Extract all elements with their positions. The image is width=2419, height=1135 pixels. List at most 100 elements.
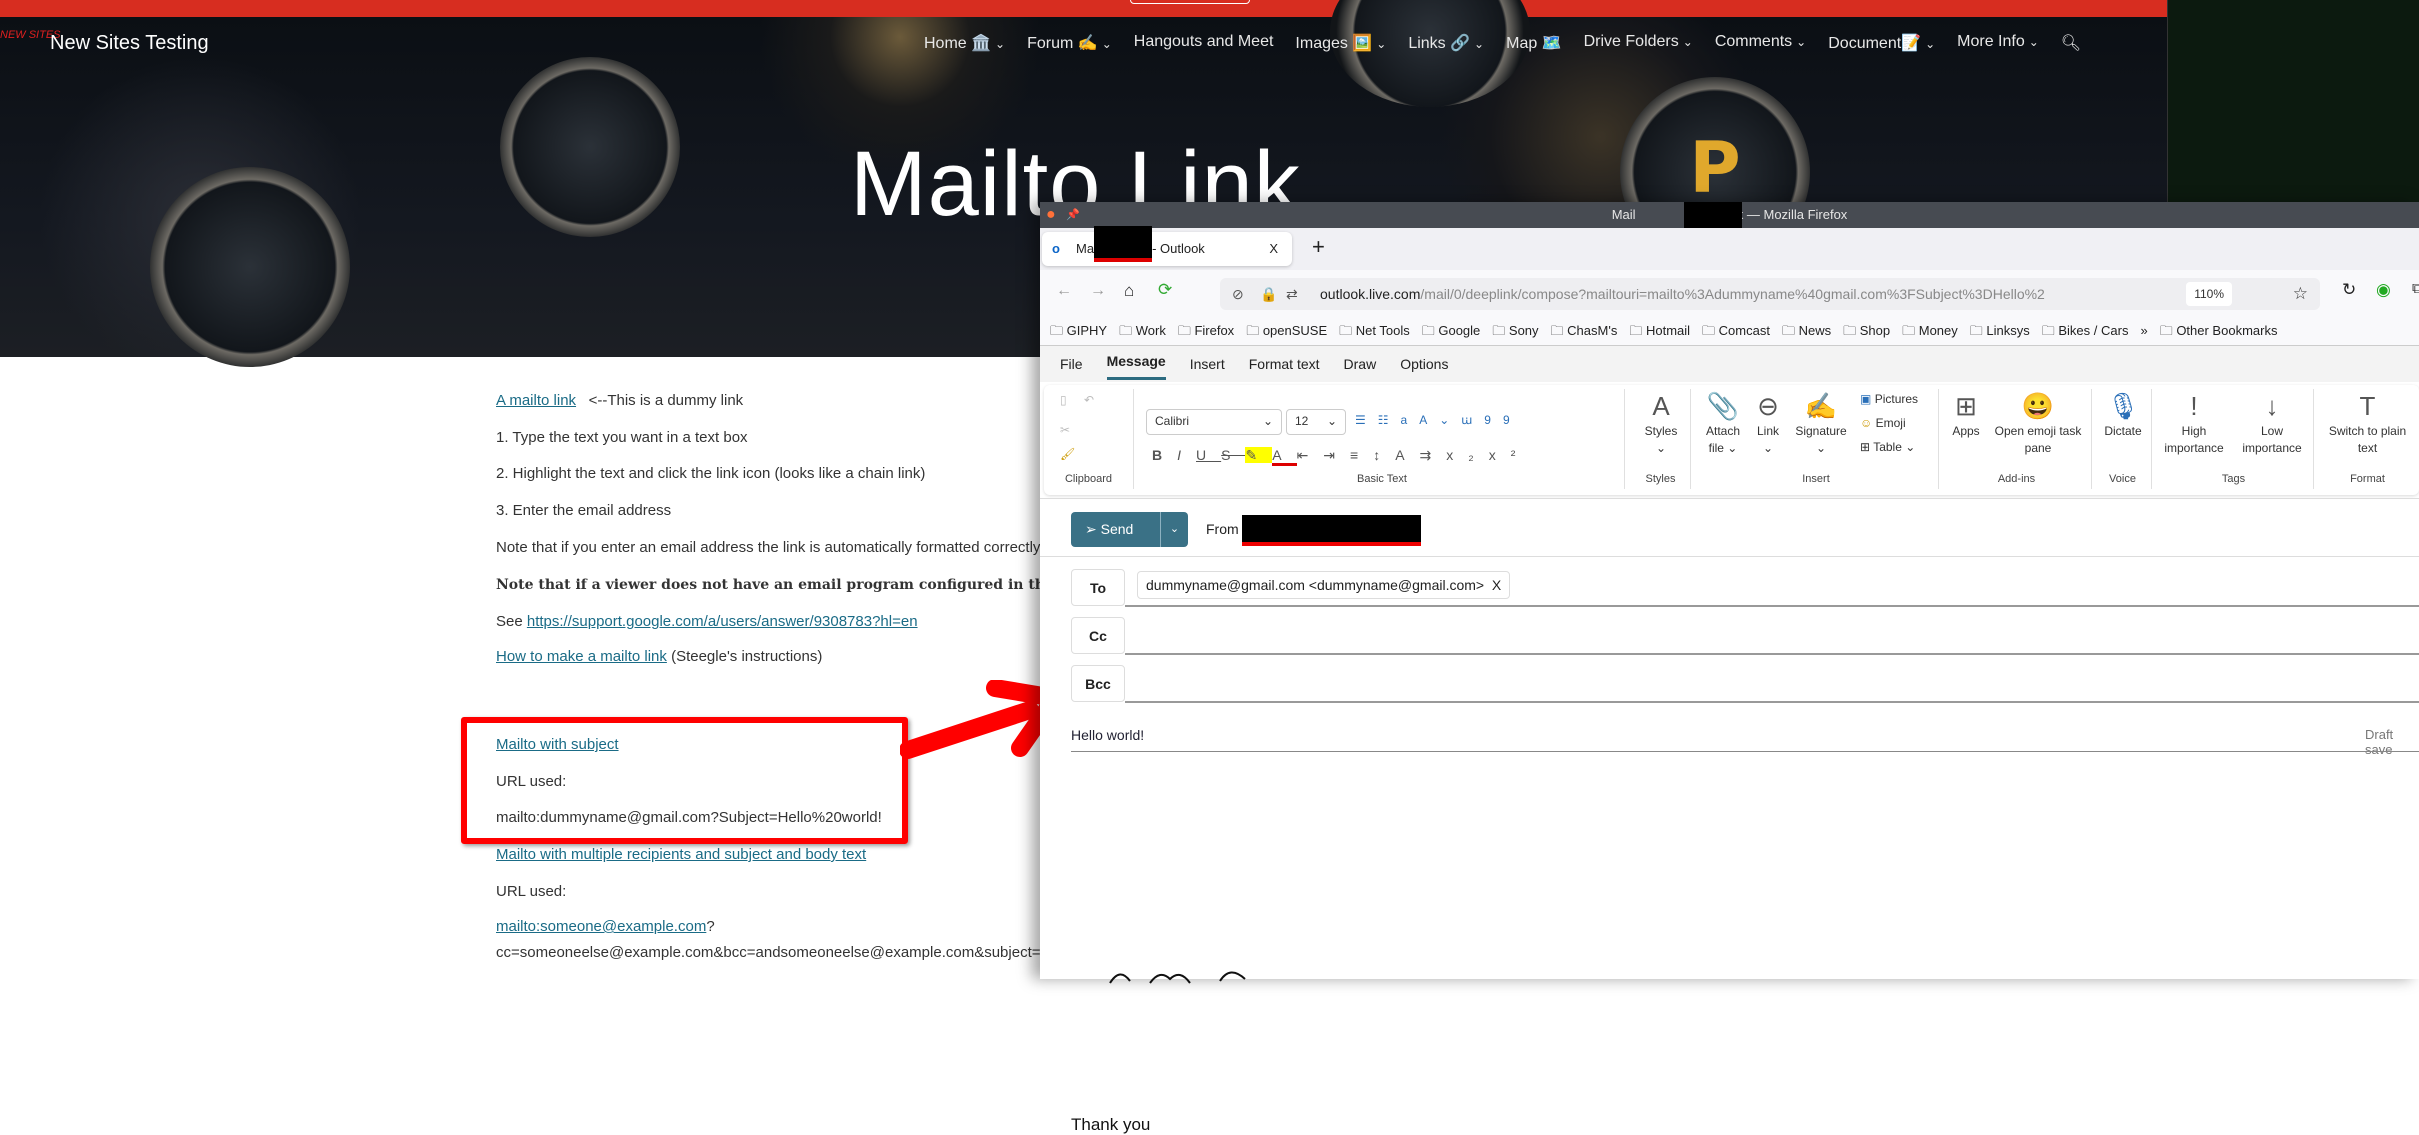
bookmark-item[interactable]: 🗀 Bikes / Cars [2042,316,2129,345]
remove-recipient-icon[interactable]: X [1492,577,1501,593]
nav-item[interactable]: More Info ⌄ [1957,33,2039,53]
chevron-down-icon[interactable]: ⌄ [995,37,1005,51]
nav-item[interactable]: Links 🔗 ⌄ [1408,33,1484,53]
bookmark-item[interactable]: 🗀 Sony [1492,316,1538,345]
home-icon[interactable]: ⌂ [1124,281,1134,301]
mailto-link[interactable]: A mailto link [496,392,576,409]
bookmark-item[interactable]: 🗀 Money [1902,316,1958,345]
nav-item[interactable]: Comments ⌄ [1715,33,1806,53]
cc-field[interactable] [1125,653,2419,655]
nav-item[interactable]: Drive Folders ⌄ [1584,33,1693,53]
tab-outlook[interactable]: o Ma - Outlook X [1042,226,1292,266]
bcc-button[interactable]: Bcc [1071,665,1125,702]
send-options-chevron-icon[interactable]: ⌄ [1160,512,1188,547]
back-icon[interactable]: ← [1056,282,1072,300]
nav-item[interactable]: Hangouts and Meet [1134,33,1274,53]
permissions-icon[interactable]: ⇄ [1286,278,1298,310]
bookmark-star-icon[interactable]: ☆ [2293,278,2308,310]
tab-close-button[interactable]: X [1269,232,1278,266]
table-button[interactable]: ⊞ Table ⌄ [1860,439,1915,456]
link-button[interactable]: ⊖ Link ⌄ [1748,389,1788,457]
chevron-down-icon[interactable]: ⌄ [2029,35,2039,49]
chevron-down-icon[interactable]: ⌄ [1102,37,1112,51]
tracking-protection-icon[interactable]: ⊘ [1232,278,1244,310]
cut-icon[interactable]: ✂ [1060,423,1070,437]
format-painter-icon[interactable]: 🖌 [1060,447,1075,461]
bookmark-item[interactable]: 🗀 Firefox [1178,316,1234,345]
high-importance-button[interactable]: ! High importance [2156,389,2232,457]
reload-icon[interactable]: ↻ [2342,280,2356,300]
bookmark-item[interactable]: 🗀 Google [1422,316,1481,345]
dictate-button[interactable]: 🎙 Dictate [2098,389,2148,440]
cc-button[interactable]: Cc [1071,617,1125,654]
bookmark-item[interactable]: 🗀 ChasM's [1551,316,1618,345]
bookmark-item[interactable]: 🗀 Hotmail [1629,316,1690,345]
body-text[interactable]: Thank you [1071,1115,1150,1135]
to-button[interactable]: To [1071,569,1125,606]
forward-icon[interactable]: → [1090,282,1106,300]
multi-url-link[interactable]: mailto:someone@example.com [496,918,706,935]
site-title[interactable]: New Sites Testing [50,32,209,55]
nav-item[interactable]: Map 🗺️ [1506,33,1562,53]
new-tab-button[interactable]: + [1312,234,1325,260]
chevron-down-icon[interactable]: ⌄ [1796,35,1806,49]
chevron-down-icon[interactable]: ⌄ [1376,37,1386,51]
bookmark-item[interactable]: 🗀 GIPHY [1050,316,1107,345]
extension-icon[interactable]: ⟳ [1158,280,1172,300]
styles-button[interactable]: A Styles ⌄ [1637,389,1685,457]
nav-item[interactable]: Document📝 ⌄ [1828,33,1935,53]
send-button[interactable]: ➢ Send ⌄ [1071,512,1188,547]
extension-icon[interactable]: ◉ [2376,280,2391,300]
support-link[interactable]: https://support.google.com/a/users/answe… [527,613,918,630]
low-importance-button[interactable]: ↓ Low importance [2234,389,2310,457]
zoom-level[interactable]: 110% [2186,282,2232,306]
list-icons[interactable]: ☰☷aA⌄ꭐ99 [1355,411,1522,428]
mailto-multi-link[interactable]: Mailto with multiple recipients and subj… [496,846,866,863]
paste-icon[interactable]: ▯ [1060,393,1067,407]
ribbon-tab[interactable]: Message [1106,346,1166,380]
ribbon-tab[interactable]: Draw [1344,346,1377,382]
to-field[interactable] [1125,605,2419,607]
bookmark-item[interactable]: 🗀 Comcast [1702,316,1770,345]
nav-item[interactable]: Images 🖼️ ⌄ [1295,33,1386,53]
from-label[interactable]: From [1206,521,1239,537]
nav-item[interactable]: Forum ✍️ ⌄ [1027,33,1112,53]
subject-input[interactable]: Hello world! [1071,727,1144,743]
apps-button[interactable]: ⊞ Apps [1946,389,1986,440]
recipient-chip[interactable]: dummyname@gmail.com <dummyname@gmail.com… [1137,571,1511,599]
bookmark-item[interactable]: 🗀 Net Tools [1339,316,1410,345]
font-size-select[interactable]: 12 ⌄ [1286,409,1346,435]
undo-icon[interactable]: ↶ [1084,393,1094,407]
font-name-select[interactable]: Calibri ⌄ [1146,409,1282,435]
signature-button[interactable]: ✍ Signature ⌄ [1786,389,1856,457]
ribbon-tab[interactable]: Format text [1249,346,1320,382]
pin-icon[interactable]: 📌 [1066,202,1080,228]
ribbon-tab[interactable]: File [1060,346,1083,382]
nav-item[interactable]: Home 🏛️ ⌄ [924,33,1005,53]
chevron-down-icon[interactable]: ⌄ [1925,37,1935,51]
ribbon-tab[interactable]: Options [1400,346,1448,382]
chevron-down-icon[interactable]: ⌄ [1474,37,1484,51]
plain-text-button[interactable]: T Switch to plain text [2320,389,2415,457]
top-bar [0,0,2167,17]
lock-icon[interactable]: 🔒 [1260,278,1277,310]
emoji-pane-button[interactable]: 😀 Open emoji task pane [1988,389,2088,457]
bookmark-item[interactable]: 🗀 openSUSE [1246,316,1327,345]
chevron-down-icon[interactable]: ⌄ [1683,35,1693,49]
formatting-icons[interactable]: BIUS✎A⇤⇥≡↕A⇉x₂x² [1152,447,1530,466]
bookmark-item[interactable]: 🗀 News [1782,316,1831,345]
emoji-button[interactable]: ☺ Emoji [1860,415,1906,432]
extensions-icon[interactable]: ⧉ [2412,280,2419,297]
bcc-field[interactable] [1125,701,2419,703]
bookmark-item[interactable]: » [2140,316,2147,345]
attach-file-button[interactable]: 📎 Attach file ⌄ [1698,389,1748,457]
bookmark-item[interactable]: 🗀 Linksys [1970,316,2030,345]
pictures-button[interactable]: ▣ Pictures [1860,391,1918,408]
ribbon-tab[interactable]: Insert [1190,346,1225,382]
bookmark-item[interactable]: 🗀 Shop [1843,316,1890,345]
url-bar[interactable]: ⊘ 🔒 ⇄ outlook.live.com/mail/0/deeplink/c… [1220,278,2320,310]
bookmark-item[interactable]: 🗀 Work [1119,316,1166,345]
bookmark-item[interactable]: 🗀 Other Bookmarks [2160,316,2278,345]
howto-link[interactable]: How to make a mailto link [496,648,667,665]
search-icon[interactable]: 🔍︎ [2061,33,2081,53]
